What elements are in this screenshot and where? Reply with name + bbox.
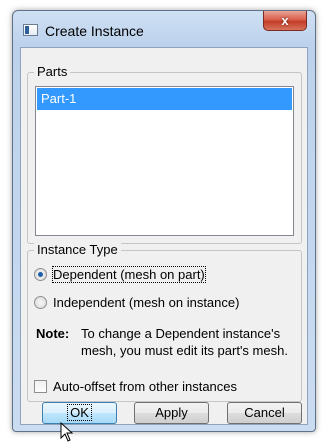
independent-option[interactable]: Independent (mesh on instance) — [34, 293, 239, 311]
parts-list[interactable]: Part-1 — [35, 86, 294, 236]
apply-button[interactable]: Apply — [134, 402, 209, 424]
parts-group-label: Parts — [34, 64, 71, 79]
auto-offset-checkbox[interactable] — [34, 380, 47, 393]
dependent-label[interactable]: Dependent (mesh on part) — [52, 265, 206, 283]
close-button[interactable]: x — [263, 11, 307, 31]
parts-group: Parts Part-1 — [27, 64, 302, 244]
window-title: Create Instance — [45, 23, 144, 39]
ok-button-label: OK — [67, 404, 92, 421]
dependent-option[interactable]: Dependent (mesh on part) — [34, 265, 206, 283]
ok-button[interactable]: OK — [42, 402, 117, 424]
window-icon — [23, 24, 38, 36]
create-instance-dialog: Create Instance x Parts Part-1 Instance … — [12, 10, 316, 442]
dependent-radio[interactable] — [34, 267, 47, 281]
independent-radio[interactable] — [34, 295, 47, 309]
independent-label[interactable]: Independent (mesh on instance) — [53, 295, 239, 310]
cancel-button[interactable]: Cancel — [227, 402, 302, 424]
parts-list-item[interactable]: Part-1 — [37, 88, 292, 110]
mouse-pointer-icon — [60, 422, 74, 442]
note-text: To change a Dependent instance's mesh, y… — [81, 326, 288, 358]
auto-offset-option[interactable]: Auto-offset from other instances — [34, 379, 237, 394]
auto-offset-label[interactable]: Auto-offset from other instances — [53, 379, 237, 394]
title-bar[interactable]: Create Instance x — [13, 11, 315, 47]
dialog-body: Parts Part-1 Instance Type Dependent (me… — [20, 47, 308, 442]
note-title: Note: — [36, 326, 70, 341]
instance-type-group-label: Instance Type — [34, 242, 121, 257]
